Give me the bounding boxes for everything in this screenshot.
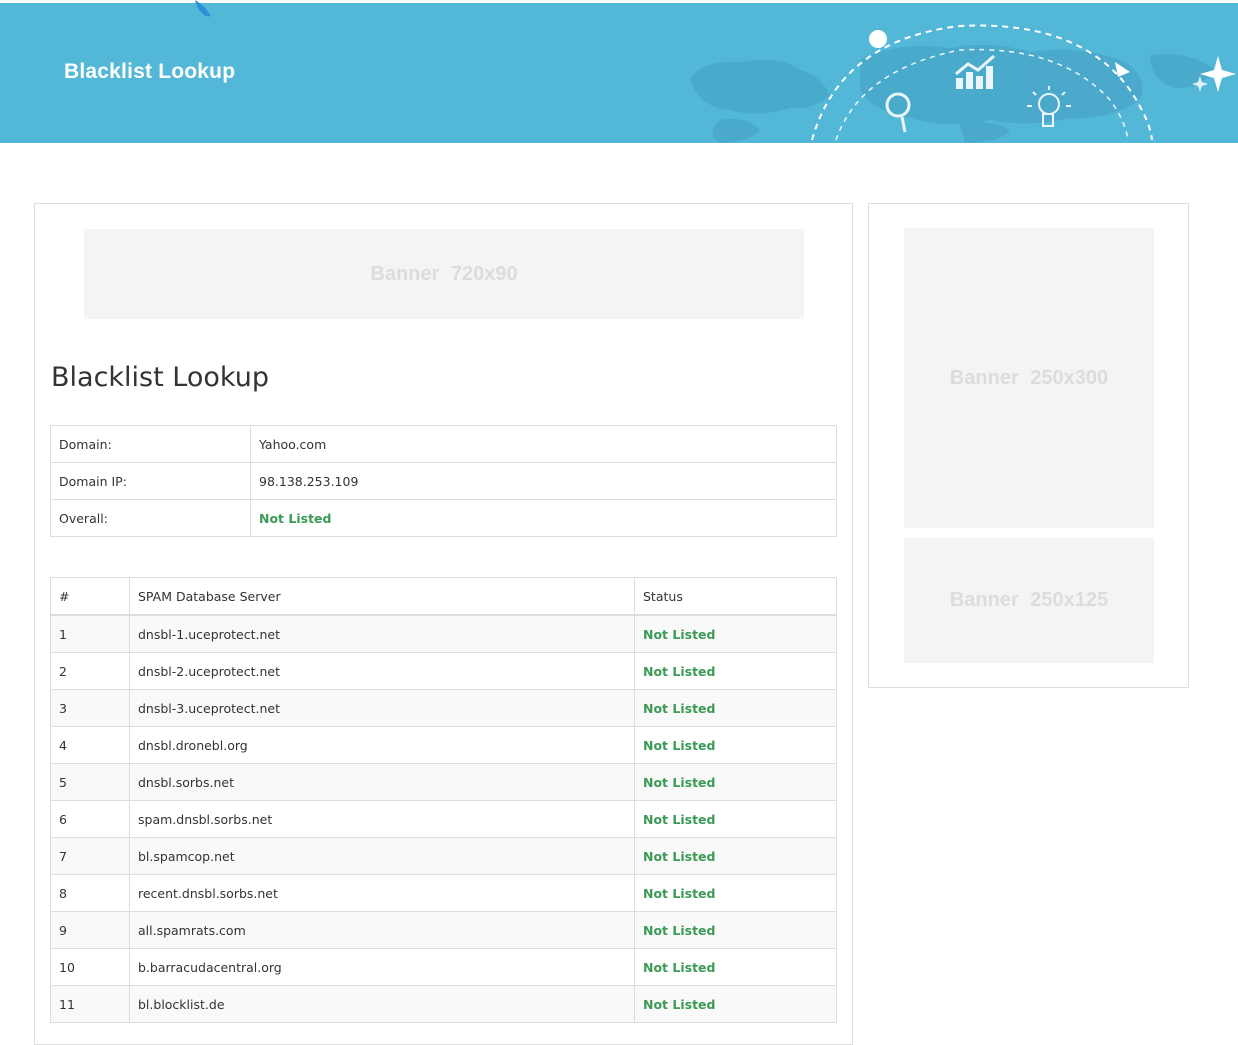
domain-ip-label: Domain IP: [50,462,251,500]
results-table: # SPAM Database Server Status 1 dnsbl-1.… [50,577,837,1023]
row-server: spam.dnsbl.sorbs.net [129,800,635,838]
row-server: bl.spamcop.net [129,837,635,875]
summary-row-domain: Domain: Yahoo.com [50,425,837,463]
banner-250x125[interactable]: Banner 250x125 [904,538,1154,663]
table-row: 11 bl.blocklist.de Not Listed [50,985,837,1023]
table-row: 8 recent.dnsbl.sorbs.net Not Listed [50,874,837,912]
row-status: Not Listed [634,985,837,1023]
row-status: Not Listed [634,800,837,838]
row-status: Not Listed [634,911,837,949]
row-number: 11 [50,985,130,1023]
row-number: 1 [50,614,130,653]
row-number: 6 [50,800,130,838]
row-number: 7 [50,837,130,875]
row-server: bl.blocklist.de [129,985,635,1023]
overall-status: Not Listed [250,499,837,537]
row-number: 9 [50,911,130,949]
header-banner: Blacklist Lookup [0,0,1238,143]
row-server: dnsbl.sorbs.net [129,763,635,801]
table-row: 5 dnsbl.sorbs.net Not Listed [50,763,837,801]
summary-row-ip: Domain IP: 98.138.253.109 [50,462,837,500]
results-header-row: # SPAM Database Server Status [50,577,837,616]
row-server: dnsbl.dronebl.org [129,726,635,764]
main-panel: Banner 720x90 Blacklist Lookup Domain: Y… [34,203,853,1045]
orbit-dot [869,30,887,48]
table-row: 4 dnsbl.dronebl.org Not Listed [50,726,837,764]
row-number: 2 [50,652,130,690]
col-header-number: # [50,577,130,616]
row-status: Not Listed [634,763,837,801]
domain-value: Yahoo.com [250,425,837,463]
summary-row-overall: Overall: Not Listed [50,499,837,537]
overall-label: Overall: [50,499,251,537]
col-header-server: SPAM Database Server [129,577,635,616]
summary-table: Domain: Yahoo.com Domain IP: 98.138.253.… [50,425,837,537]
table-row: 1 dnsbl-1.uceprotect.net Not Listed [50,614,837,653]
banner-250x300[interactable]: Banner 250x300 [904,228,1154,528]
table-row: 9 all.spamrats.com Not Listed [50,911,837,949]
row-server: b.barracudacentral.org [129,948,635,986]
table-row: 2 dnsbl-2.uceprotect.net Not Listed [50,652,837,690]
site-title: Blacklist Lookup [64,60,236,83]
row-status: Not Listed [634,948,837,986]
row-number: 4 [50,726,130,764]
row-status: Not Listed [634,837,837,875]
row-status: Not Listed [634,726,837,764]
row-status: Not Listed [634,689,837,727]
domain-ip-value: 98.138.253.109 [250,462,837,500]
table-row: 7 bl.spamcop.net Not Listed [50,837,837,875]
sidebar-panel: Banner 250x300 Banner 250x125 [868,203,1189,688]
droplet-icon [195,0,211,17]
row-server: dnsbl-1.uceprotect.net [129,614,635,653]
table-row: 3 dnsbl-3.uceprotect.net Not Listed [50,689,837,727]
row-server: recent.dnsbl.sorbs.net [129,874,635,912]
row-status: Not Listed [634,652,837,690]
row-number: 8 [50,874,130,912]
row-server: dnsbl-2.uceprotect.net [129,652,635,690]
row-status: Not Listed [634,874,837,912]
world-map-icon [690,44,1215,143]
row-server: dnsbl-3.uceprotect.net [129,689,635,727]
row-number: 10 [50,948,130,986]
row-number: 3 [50,689,130,727]
row-server: all.spamrats.com [129,911,635,949]
col-header-status: Status [634,577,837,616]
table-row: 10 b.barracudacentral.org Not Listed [50,948,837,986]
table-row: 6 spam.dnsbl.sorbs.net Not Listed [50,800,837,838]
domain-label: Domain: [50,425,251,463]
row-number: 5 [50,763,130,801]
page-title: Blacklist Lookup [51,362,269,393]
row-status: Not Listed [634,614,837,653]
banner-720x90[interactable]: Banner 720x90 [84,229,804,319]
